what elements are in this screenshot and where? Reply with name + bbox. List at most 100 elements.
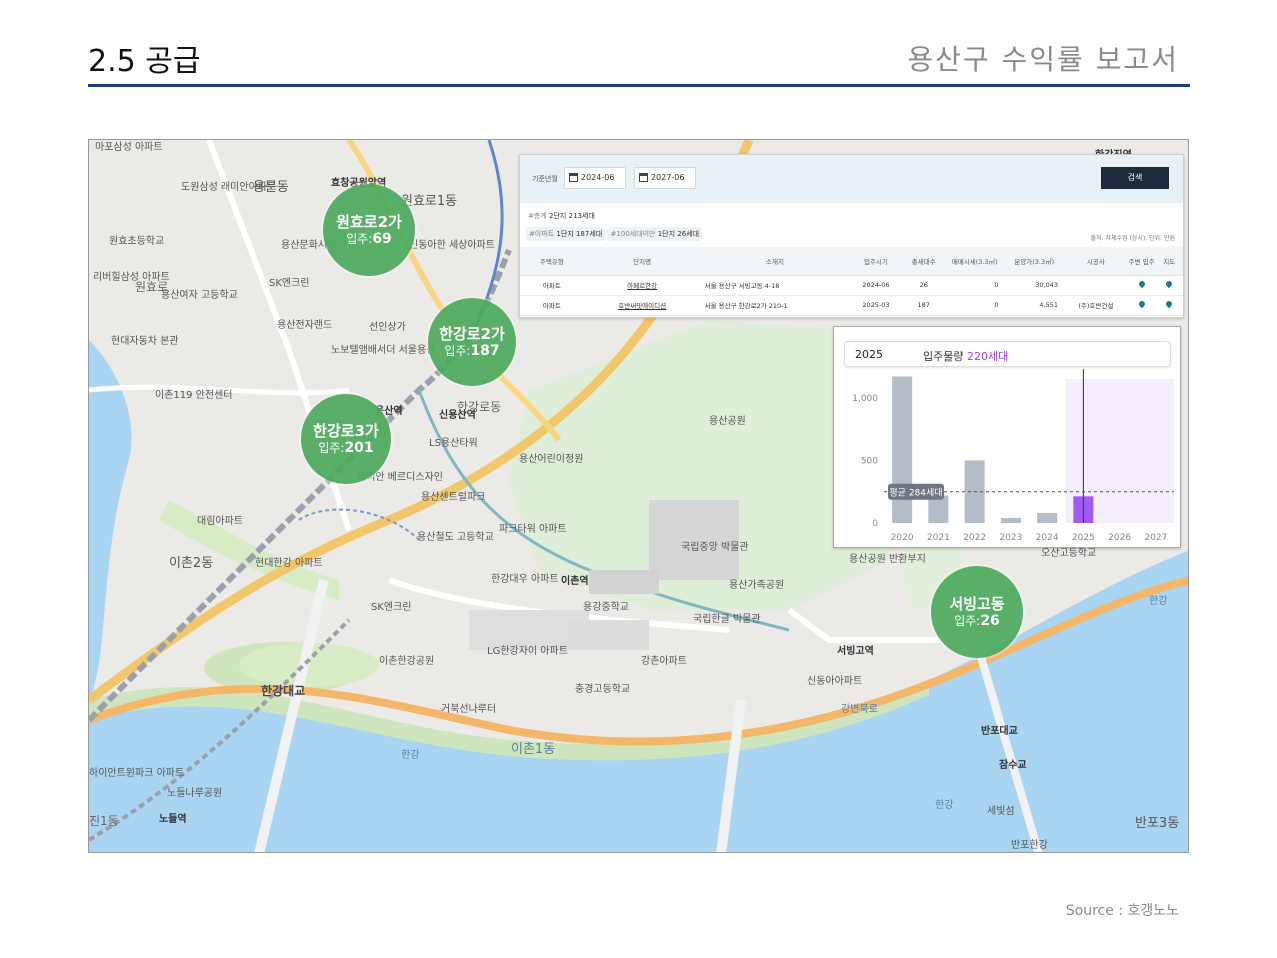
cell-units: 26 <box>902 275 945 296</box>
x-tick-label: 2022 <box>963 533 986 543</box>
area-label: 한강대교 <box>261 684 306 698</box>
cluster-seobinggo-dong[interactable]: 서빙고동 입주:26 <box>931 566 1023 658</box>
cluster-count: 입주:201 <box>318 439 374 456</box>
cell-builder <box>1064 275 1128 296</box>
poi-label: 하이안트윈파크 아파트 <box>89 768 185 779</box>
cluster-name: 한강로3가 <box>313 421 379 440</box>
slide-title: 2.5 공급 <box>88 44 201 79</box>
poi-label: 용산전자랜드 <box>277 320 333 331</box>
poi-label: 한강 <box>401 750 420 761</box>
x-tick-label: 2026 <box>1108 533 1131 543</box>
cell-sale-price: 0 <box>945 295 1005 316</box>
cell-presale-price: 30,043 <box>1004 275 1064 296</box>
poi-label: 용산여자 고등학교 <box>161 290 238 301</box>
cell-name-link[interactable]: 아페르한강 <box>583 275 701 296</box>
poi-label: SK엔크린 <box>371 602 412 613</box>
poi-label: 한강대우 아파트 <box>491 574 559 585</box>
col-builder: 시공사 <box>1064 247 1128 276</box>
x-tick-label: 2020 <box>891 533 914 543</box>
poi-label: 국립한글 박물관 <box>693 614 761 625</box>
map-pin-icon[interactable] <box>1155 275 1183 296</box>
area-label: 용문동 <box>253 180 289 195</box>
station-label: 서빙고역 <box>837 646 874 657</box>
poi-label: LG한강자이 아파트 <box>487 646 568 657</box>
summary-apt-pill[interactable]: #아파트 1단지 187세대 <box>526 227 606 241</box>
poi-label: 신동아한 세상아파트 <box>409 240 495 251</box>
map-pin-icon[interactable] <box>1155 295 1183 316</box>
col-units[interactable]: 총세대수 <box>902 247 945 276</box>
supply-list-panel: 기준년월 2024-06 2027-06 검색 #총계 2단지 213세대 #아… <box>519 154 1184 318</box>
poi-label: 한강 <box>935 800 954 811</box>
cluster-name: 원효로2가 <box>336 212 402 231</box>
poi-label: 대림아파트 <box>197 516 243 527</box>
cluster-count: 입주:187 <box>444 342 500 359</box>
cluster-hangangro3ga[interactable]: 한강로3가 입주:201 <box>301 394 391 484</box>
poi-label: 국립중앙 박물관 <box>681 542 749 553</box>
cell-move-in: 2024-06 <box>849 275 903 296</box>
x-tick-label: 2021 <box>927 533 950 543</box>
y-tick-label: 0 <box>872 519 878 529</box>
cell-name-link[interactable]: 호반써밋에이디션 <box>583 295 701 316</box>
poi-label: 원효초등학교 <box>109 236 165 247</box>
nearby-pin-icon[interactable] <box>1127 295 1156 316</box>
station-label: 이촌역 <box>561 576 589 587</box>
bar-2024 <box>1037 512 1058 523</box>
poi-label: 용산어린이정원 <box>519 454 584 465</box>
search-button[interactable]: 검색 <box>1101 167 1169 189</box>
poi-label: 반포한강 <box>1011 840 1048 851</box>
x-tick-label: 2024 <box>1036 533 1059 543</box>
station-label: 잠수교 <box>999 760 1027 771</box>
area-label: 반포3동 <box>1135 816 1180 831</box>
poi-label: 용산가족공원 <box>729 580 785 591</box>
cluster-wonhyoro2ga[interactable]: 원효로2가 입주:69 <box>323 184 415 276</box>
station-label: 반포대교 <box>981 726 1018 737</box>
area-label: 진1동 <box>89 814 119 828</box>
poi-label: 현대한강 아파트 <box>255 558 323 569</box>
col-sale-price[interactable]: 매매시세(3.3㎡) <box>945 247 1005 276</box>
date-from-field[interactable]: 2024-06 <box>564 167 626 189</box>
move-in-chart-panel: 2025 입주물량 220세대 0 500 1,000 2020 2021 2022 202… <box>833 326 1181 548</box>
filter-bar: 기준년월 2024-06 2027-06 검색 <box>520 155 1183 203</box>
col-map: 지도 <box>1155 247 1183 276</box>
cluster-hangangro2ga[interactable]: 한강로2가 입주:187 <box>428 298 516 386</box>
supply-table: 주택유형 단지명 소재지 입주시기 총세대수 매매시세(3.3㎡) 분양가(3.… <box>520 247 1183 316</box>
summary-small-pill[interactable]: #100세대미만 1단지 26세대 <box>607 227 703 241</box>
source-note: 출처: 자체수집 (상시), 단위: 만원 <box>1090 235 1175 242</box>
cell-address: 서울 용산구 한강로2가 210-1 <box>700 295 850 316</box>
title-rule <box>88 84 1190 87</box>
area-label: 원효로1동 <box>401 194 458 209</box>
col-move-in[interactable]: 입주시기 <box>849 247 903 276</box>
poi-label: 노보텔앰배서더 서울용산 <box>331 345 436 356</box>
table-row[interactable]: 아파트 호반써밋에이디션 서울 용산구 한강로2가 210-1 2025-03 … <box>520 295 1183 316</box>
filter-label: 기준년월 <box>532 175 558 183</box>
area-label: 한강로동 <box>457 400 502 414</box>
move-in-bar-chart[interactable]: 05001,0002020 2021 2022 2023 2024 2025 2026 202… <box>834 327 1182 549</box>
summary-apt: #아파트 1단지 187세대 #100세대미만 1단지 26세대 <box>526 227 703 241</box>
col-presale-price[interactable]: 분양가(3.3㎡) <box>1004 247 1064 276</box>
cell-units: 187 <box>902 295 945 316</box>
cell-type: 아파트 <box>520 295 584 316</box>
poi-label: 이촌119 안전센터 <box>155 390 233 401</box>
poi-label: 강촌아파트 <box>641 656 687 667</box>
poi-label: 강변북로 <box>841 704 878 715</box>
col-name[interactable]: 단지명 <box>583 247 701 276</box>
poi-label: 파크타워 아파트 <box>499 524 567 535</box>
x-tick-label: 2027 <box>1144 533 1167 543</box>
table-header-row: 주택유형 단지명 소재지 입주시기 총세대수 매매시세(3.3㎡) 분양가(3.… <box>520 247 1183 276</box>
cluster-count: 입주:26 <box>954 612 1000 629</box>
col-type: 주택유형 <box>520 247 584 276</box>
date-to-field[interactable]: 2027-06 <box>634 167 696 189</box>
poi-label: 용산공원 <box>709 416 746 427</box>
cluster-name: 한강로2가 <box>439 324 505 343</box>
y-tick-label: 1,000 <box>852 394 878 404</box>
nearby-pin-icon[interactable] <box>1127 275 1156 296</box>
poi-label: 현대자동차 본관 <box>111 336 179 347</box>
area-label: 이촌2동 <box>169 556 214 571</box>
cell-builder: (주)호반건설 <box>1064 295 1128 316</box>
station-label: 노들역 <box>159 814 187 825</box>
table-row[interactable]: 아파트 아페르한강 서울 용산구 서빙고동 4-18 2024-06 26 0 … <box>520 275 1183 296</box>
poi-label: 거북선나루터 <box>441 704 497 715</box>
slide-subtitle: 용산구 수익률 보고서 <box>907 43 1179 76</box>
map-view[interactable]: 마포삼성 아파트 도원삼성 래미안아파트 용문동 효창공원앞역 원효로1동 원효… <box>88 139 1189 853</box>
bar-2023 <box>1000 517 1021 523</box>
